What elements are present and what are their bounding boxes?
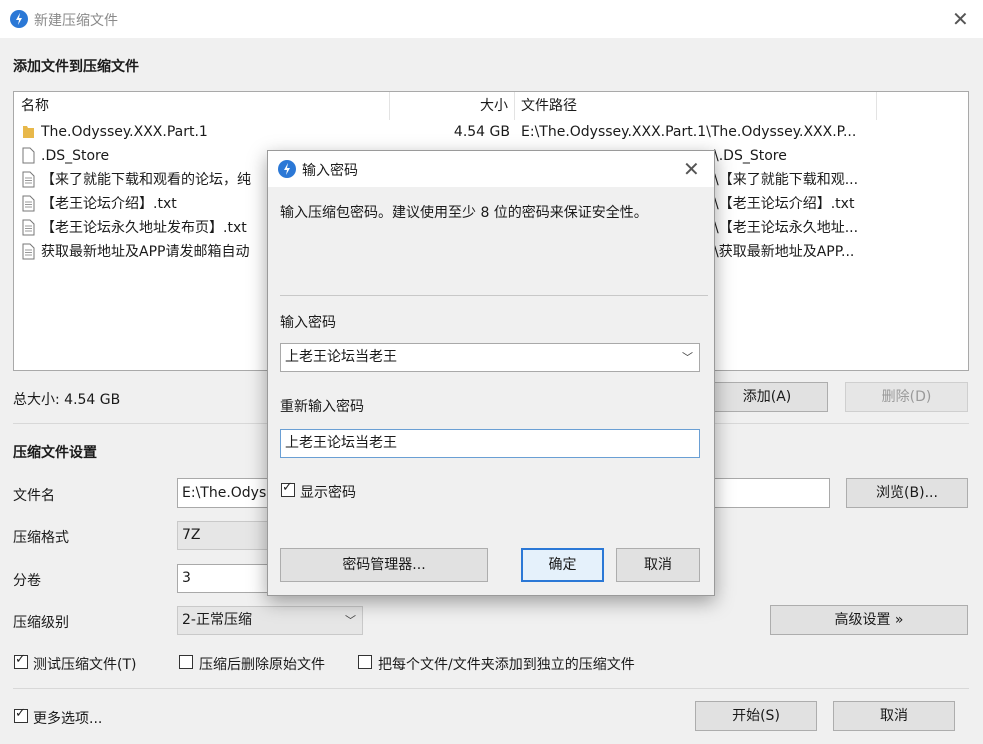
table-row[interactable]: The.Odyssey.XXX.Part.1 4.54 GB E:\The.Od…: [14, 120, 968, 144]
add-button[interactable]: 添加(A): [706, 382, 828, 412]
split-label: 分卷: [13, 573, 41, 589]
row-size: 4.54 GB: [453, 124, 510, 140]
browse-button[interactable]: 浏览(B)...: [846, 478, 968, 508]
dialog-message-area: 输入压缩包密码。建议使用至少 8 位的密码来保证安全性。: [268, 187, 714, 297]
test-archive-label[interactable]: 测试压缩文件(T): [33, 654, 136, 674]
close-icon[interactable]: ✕: [683, 159, 700, 179]
start-button[interactable]: 开始(S): [695, 701, 817, 731]
row-path: \【老王论坛介绍】.txt: [714, 196, 855, 212]
section-heading-add: 添加文件到压缩文件: [13, 59, 139, 75]
password-dialog: 输入密码 ✕ 输入压缩包密码。建议使用至少 8 位的密码来保证安全性。 输入密码…: [267, 150, 715, 596]
level-label: 压缩级别: [13, 615, 69, 631]
cancel-button[interactable]: 取消: [833, 701, 955, 731]
text-file-icon: [22, 171, 35, 188]
column-header-name[interactable]: 名称: [21, 92, 49, 120]
chevron-down-icon: ﹀: [345, 614, 356, 627]
show-password-checkbox[interactable]: ✓: [281, 480, 295, 497]
file-icon: [22, 147, 35, 164]
chevron-down-icon[interactable]: ﹀: [682, 344, 693, 371]
row-path: \【来了就能下载和观...: [714, 172, 859, 188]
check-icon: ✓: [15, 706, 26, 721]
format-label: 压缩格式: [13, 530, 69, 546]
divider: [13, 688, 969, 689]
format-value: 7Z: [182, 527, 201, 543]
row-name: 【来了就能下载和观看的论坛，纯: [41, 172, 251, 188]
reenter-password-input[interactable]: 上老王论坛当老王: [280, 429, 700, 458]
title-bar: 新建压缩文件 ✕: [0, 0, 983, 38]
divider: [280, 295, 708, 296]
row-path: E:\The.Odyssey.XXX.Part.1\The.Odyssey.XX…: [521, 124, 857, 140]
separate-archive-label[interactable]: 把每个文件/文件夹添加到独立的压缩文件: [378, 654, 635, 674]
filename-label: 文件名: [13, 488, 55, 504]
delete-after-checkbox[interactable]: [179, 655, 193, 669]
level-value: 2-正常压缩: [182, 612, 252, 628]
row-path: \【老王论坛永久地址...: [714, 220, 859, 236]
dialog-message: 输入压缩包密码。建议使用至少 8 位的密码来保证安全性。: [280, 205, 648, 221]
row-name: The.Odyssey.XXX.Part.1: [41, 124, 208, 140]
delete-after-label[interactable]: 压缩后删除原始文件: [199, 654, 325, 674]
row-path: \获取最新地址及APP...: [714, 244, 855, 260]
folder-icon: [23, 126, 34, 138]
more-options-label[interactable]: 更多选项...: [33, 708, 102, 728]
window-title: 新建压缩文件: [34, 13, 118, 29]
row-name: 获取最新地址及APP请发邮箱自动: [41, 244, 250, 260]
delete-button[interactable]: 删除(D): [845, 382, 968, 412]
password-input[interactable]: 上老王论坛当老王 ﹀: [280, 343, 700, 372]
row-name: 【老王论坛永久地址发布页】.txt: [41, 220, 247, 236]
check-icon: ✓: [282, 480, 293, 495]
password-label: 输入密码: [280, 315, 336, 331]
password-manager-button[interactable]: 密码管理器...: [280, 548, 488, 582]
separate-archive-checkbox[interactable]: [358, 655, 372, 669]
close-icon[interactable]: ✕: [952, 9, 969, 29]
text-file-icon: [22, 195, 35, 212]
dialog-title-bar: 输入密码 ✕: [268, 151, 714, 187]
dialog-cancel-button[interactable]: 取消: [616, 548, 700, 582]
more-options-checkbox[interactable]: ✓: [14, 706, 28, 723]
row-path: \.DS_Store: [714, 148, 787, 164]
column-divider[interactable]: [389, 92, 390, 120]
show-password-label[interactable]: 显示密码: [300, 482, 356, 502]
dialog-title: 输入密码: [302, 163, 358, 179]
column-header-path[interactable]: 文件路径: [521, 92, 577, 120]
section-heading-settings: 压缩文件设置: [13, 445, 97, 461]
total-size-label: 总大小: 4.54 GB: [13, 392, 121, 408]
advanced-settings-button[interactable]: 高级设置 »: [770, 605, 968, 635]
check-icon: ✓: [15, 652, 26, 667]
row-name: 【老王论坛介绍】.txt: [41, 196, 177, 212]
reenter-password-label: 重新输入密码: [280, 399, 364, 415]
test-archive-checkbox[interactable]: ✓: [14, 652, 28, 669]
app-logo-icon: [278, 160, 296, 178]
level-select[interactable]: 2-正常压缩 ﹀: [177, 606, 363, 635]
column-divider[interactable]: [514, 92, 515, 120]
ok-button[interactable]: 确定: [521, 548, 604, 582]
row-name: .DS_Store: [41, 148, 110, 164]
text-file-icon: [22, 243, 35, 260]
column-header-size[interactable]: 大小: [480, 92, 508, 120]
column-divider[interactable]: [876, 92, 877, 120]
app-logo-icon: [10, 10, 28, 28]
text-file-icon: [22, 219, 35, 236]
password-value: 上老王论坛当老王: [285, 349, 397, 365]
